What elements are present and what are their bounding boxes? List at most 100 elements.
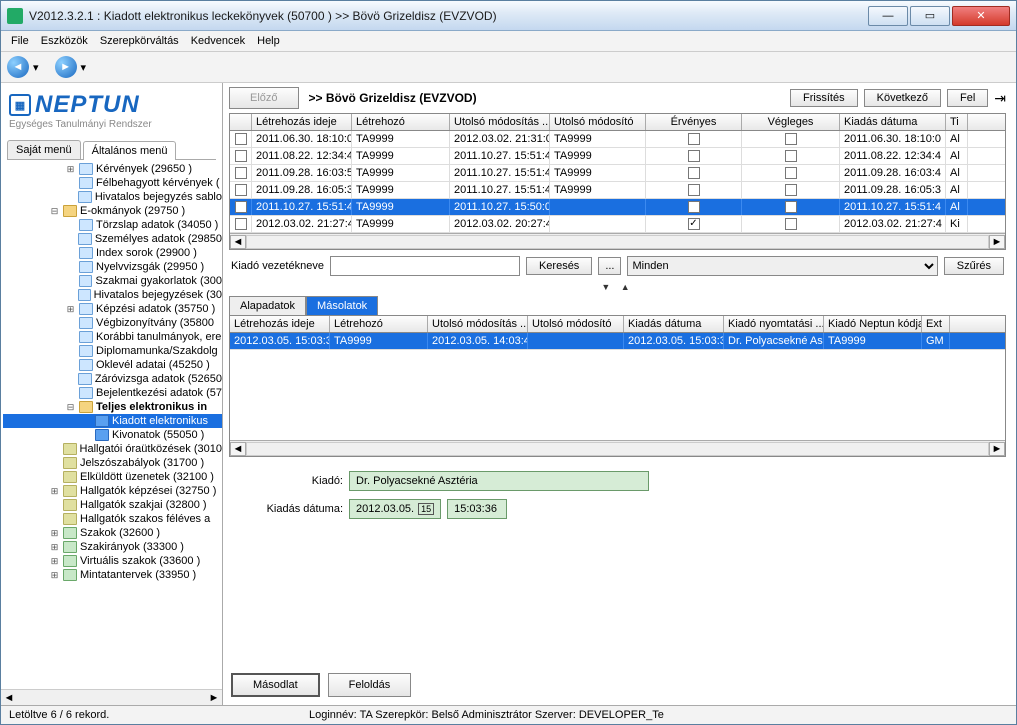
menu-tools[interactable]: Eszközök [41,35,88,47]
issuer-field[interactable]: Dr. Polyacsekné Asztéria [349,471,649,491]
column-header[interactable]: Végleges [742,114,840,130]
tree-item[interactable]: ⊞Mintatantervek (33950 ) [3,568,222,582]
table-row[interactable]: 2011.08.22. 12:34:4TA99992011.10.27. 15:… [230,148,1005,165]
menu-favorites[interactable]: Kedvencek [191,35,245,47]
issue-time-field[interactable]: 15:03:36 [447,499,507,519]
tree-toggle-icon[interactable]: ⊞ [49,486,60,497]
checkbox[interactable] [688,201,700,213]
filter-button[interactable]: Szűrés [944,257,1004,275]
column-header[interactable]: Kiadás dátuma [624,316,724,332]
table-row[interactable]: 2011.09.28. 16:05:3TA99992011.10.27. 15:… [230,182,1005,199]
tree-item[interactable]: Korábbi tanulmányok, ere [3,330,222,344]
tree-toggle-icon[interactable]: ⊞ [49,570,60,581]
next-button[interactable]: Következő [864,89,941,107]
table-row[interactable]: 2011.06.30. 18:10:0TA99992012.03.02. 21:… [230,131,1005,148]
tree-item[interactable]: Hivatalos bejegyzés sablo [3,190,222,204]
checkbox[interactable] [235,218,247,230]
checkbox[interactable] [785,150,797,162]
tab-general-menu[interactable]: Általános menü [83,141,177,160]
tree-hscroll[interactable]: ◄► [1,689,222,705]
checkbox[interactable] [688,184,700,196]
top-grid[interactable]: Létrehozás idejeLétrehozóUtolsó módosítá… [229,113,1006,250]
tree-toggle-icon[interactable]: ⊞ [49,542,60,553]
tree-item[interactable]: Diplomamunka/Szakdolg [3,344,222,358]
tree-item[interactable]: ⊞Virtuális szakok (33600 ) [3,554,222,568]
close-button[interactable]: ✕ [952,6,1010,26]
subtab-copies[interactable]: Másolatok [306,296,378,315]
splitter-icon[interactable]: ▼ ▲ [223,282,1012,292]
tree-item[interactable]: Hivatalos bejegyzések (30 [3,288,222,302]
column-header[interactable]: Utolsó módosító [550,114,646,130]
tree-toggle-icon[interactable]: ⊞ [49,528,60,539]
tree-item[interactable]: Személyes adatok (29850 [3,232,222,246]
calendar-icon[interactable]: 15 [418,503,434,515]
column-header[interactable]: Utolsó módosító [528,316,624,332]
tab-own-menu[interactable]: Saját menü [7,140,81,159]
checkbox[interactable] [688,150,700,162]
menu-help[interactable]: Help [257,35,280,47]
prev-button[interactable]: Előző [229,87,299,109]
minimize-button[interactable]: — [868,6,908,26]
tree-toggle-icon[interactable]: ⊞ [65,164,76,175]
refresh-button[interactable]: Frissítés [790,89,858,107]
up-button[interactable]: Fel [947,89,988,107]
column-header[interactable]: Kiadás dátuma [840,114,946,130]
grid2-hscroll[interactable]: ◄► [230,440,1005,456]
search-more-button[interactable]: ... [598,257,621,275]
tree-item[interactable]: Jelszószabályok (31700 ) [3,456,222,470]
column-header[interactable]: Érvényes [646,114,742,130]
pin-icon[interactable]: ⇥ [994,90,1006,107]
checkbox[interactable] [785,167,797,179]
search-input[interactable] [330,256,520,276]
checkbox[interactable] [688,218,700,230]
tree-item[interactable]: ⊞Szakirányok (33300 ) [3,540,222,554]
tree-item[interactable]: Oklevél adatai (45250 ) [3,358,222,372]
tree-toggle-icon[interactable]: ⊞ [49,556,60,567]
column-header[interactable]: Utolsó módosítás ... [428,316,528,332]
menu-file[interactable]: File [11,35,29,47]
checkbox[interactable] [235,150,247,162]
checkbox[interactable] [235,167,247,179]
tree-item[interactable]: Törzslap adatok (34050 ) [3,218,222,232]
tree-item[interactable]: ⊞Képzési adatok (35750 ) [3,302,222,316]
tree-item[interactable]: Bejelentkezési adatok (57 [3,386,222,400]
tree-item[interactable]: Kiadott elektronikus [3,414,222,428]
column-header[interactable]: Ti [946,114,968,130]
column-header[interactable]: Létrehozás ideje [252,114,352,130]
column-header[interactable]: Utolsó módosítás ... [450,114,550,130]
tree-toggle-icon[interactable]: ⊟ [49,206,60,217]
tree-item[interactable]: Záróvizsga adatok (52650 [3,372,222,386]
column-header[interactable]: Kiadó nyomtatási ... [724,316,824,332]
nav-forward-icon[interactable]: ► [55,56,77,78]
tree-item[interactable]: Hallgatók szakjai (32800 ) [3,498,222,512]
checkbox[interactable] [688,167,700,179]
table-row[interactable]: 2012.03.02. 21:27:4TA99992012.03.02. 20:… [230,216,1005,233]
column-header[interactable] [230,114,252,130]
checkbox[interactable] [235,184,247,196]
checkbox[interactable] [785,201,797,213]
bottom-grid[interactable]: Létrehozás idejeLétrehozóUtolsó módosítá… [229,315,1006,457]
tree-item[interactable]: Félbehagyott kérvények ( [3,176,222,190]
tree-item[interactable]: ⊟Teljes elektronikus in [3,400,222,414]
tree-item[interactable]: ⊞Szakok (32600 ) [3,526,222,540]
checkbox[interactable] [785,184,797,196]
tree-item[interactable]: Hallgatói óraütközések (3010 [3,442,222,456]
nav-back-icon[interactable]: ◄ [7,56,29,78]
maximize-button[interactable]: ▭ [910,6,950,26]
tree-item[interactable]: ⊞Kérvények (29650 ) [3,162,222,176]
tree-item[interactable]: Nyelvvizsgák (29950 ) [3,260,222,274]
checkbox[interactable] [688,133,700,145]
tree-item[interactable]: ⊞Hallgatók képzései (32750 ) [3,484,222,498]
subtab-basic[interactable]: Alapadatok [229,296,306,315]
filter-select[interactable]: Minden [627,256,937,276]
checkbox[interactable] [235,201,247,213]
column-header[interactable]: Létrehozás ideje [230,316,330,332]
nav-forward-dropdown[interactable]: ▾ [81,61,87,74]
duplicate-button[interactable]: Másodlat [231,673,320,697]
checkbox[interactable] [235,133,247,145]
grid-hscroll[interactable]: ◄► [230,233,1005,249]
table-row[interactable]: 2012.03.05. 15:03:3TA99992012.03.05. 14:… [230,333,1005,350]
issue-date-field[interactable]: 2012.03.05.15 [349,499,441,519]
tree-item[interactable]: Végbizonyítvány (35800 [3,316,222,330]
menu-roleswitch[interactable]: Szerepkörváltás [100,35,179,47]
